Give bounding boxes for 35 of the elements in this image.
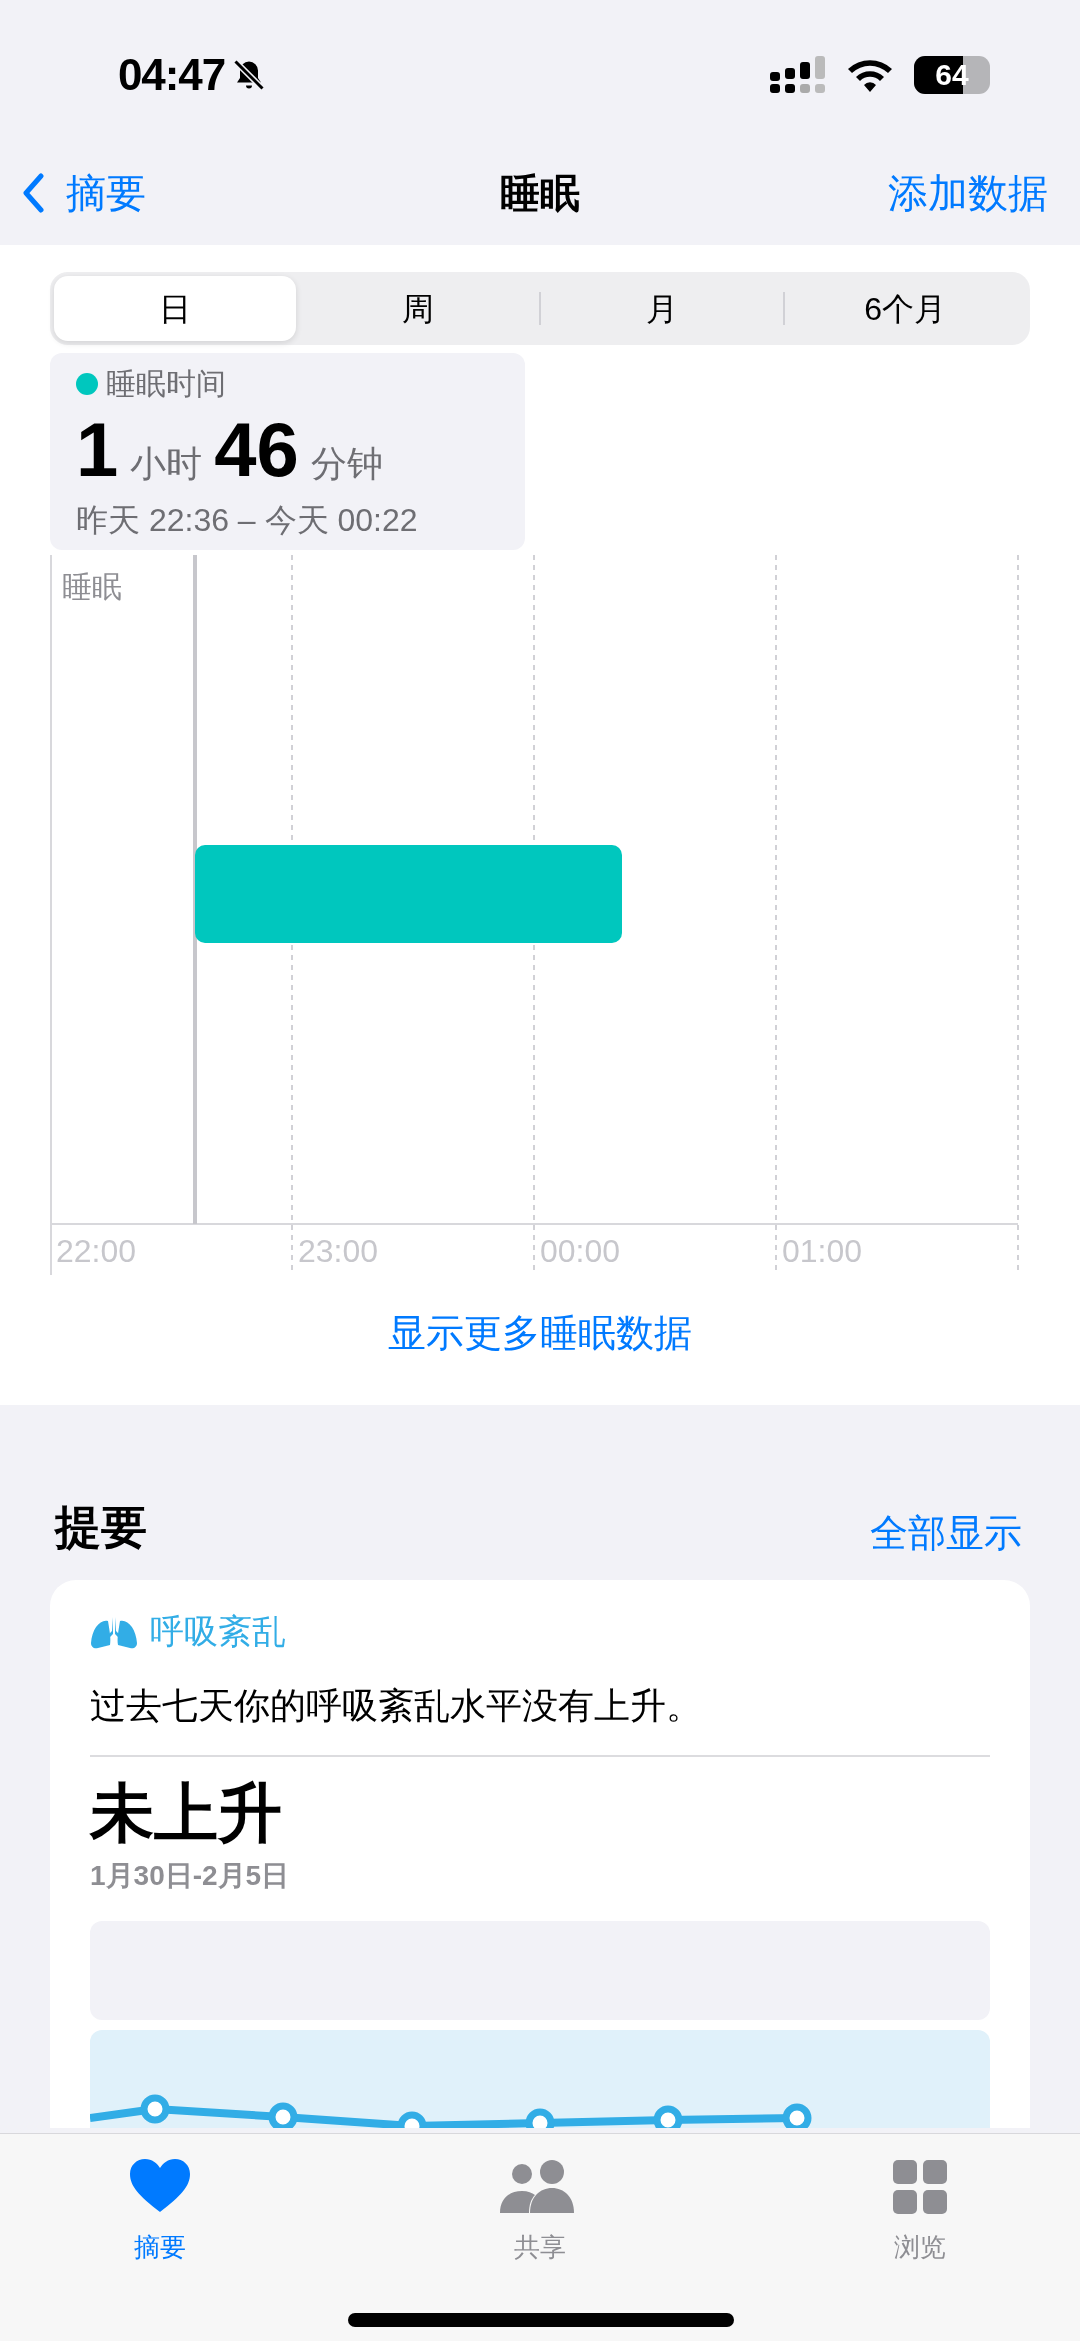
page-title: 睡眠: [500, 169, 580, 217]
chevron-left-icon: [22, 172, 44, 213]
add-data-button[interactable]: 添加数据: [888, 162, 1048, 223]
minutes-unit: 分钟: [310, 446, 383, 482]
highlight-message: 过去七天你的呼吸紊乱水平没有上升。: [90, 1679, 990, 1757]
duration-hours: 1: [76, 412, 119, 488]
grid-icon: [893, 2160, 947, 2214]
category-label: 呼吸紊乱: [150, 1611, 286, 1652]
signal-icon: [770, 56, 826, 94]
heart-icon: [129, 2158, 191, 2214]
time-label: 23:00: [298, 1233, 379, 1269]
highlight-card[interactable]: 呼吸紊乱 过去七天你的呼吸紊乱水平没有上升。 未上升 1月30日-2月5日: [50, 1580, 1030, 2128]
back-button[interactable]: 摘要: [22, 162, 146, 223]
section-title: 提要: [55, 1500, 147, 1555]
wifi-icon: [846, 57, 894, 93]
tab-bar-item[interactable]: 摘要: [100, 2154, 220, 2341]
show-all-link[interactable]: 全部显示: [870, 1505, 1022, 1562]
date-range: 1月30日-2月5日: [90, 1859, 291, 1893]
segment-tab[interactable]: 日: [54, 276, 296, 341]
tab-bar-item[interactable]: 浏览: [860, 2154, 980, 2341]
time-label: 00:00: [540, 1233, 621, 1269]
segment-tab[interactable]: 周: [297, 276, 539, 341]
row-label: 睡眠: [62, 570, 122, 603]
clock-time: 04:47: [118, 49, 226, 101]
segment-tab[interactable]: 月: [541, 276, 783, 341]
hours-unit: 小时: [130, 446, 203, 482]
legend-label: 睡眠时间: [106, 366, 226, 402]
time-label: 01:00: [782, 1233, 863, 1269]
tab-bar-item[interactable]: 共享: [480, 2154, 600, 2341]
highlight-value: 未上升: [90, 1776, 283, 1851]
show-more-link[interactable]: 显示更多睡眠数据: [388, 1305, 692, 1362]
time-label: 22:00: [56, 1233, 137, 1269]
segment-tab[interactable]: 6个月: [784, 276, 1026, 341]
time-range: 昨天 22:36 – 今天 00:22: [76, 501, 419, 540]
duration-minutes: 46: [214, 412, 299, 488]
